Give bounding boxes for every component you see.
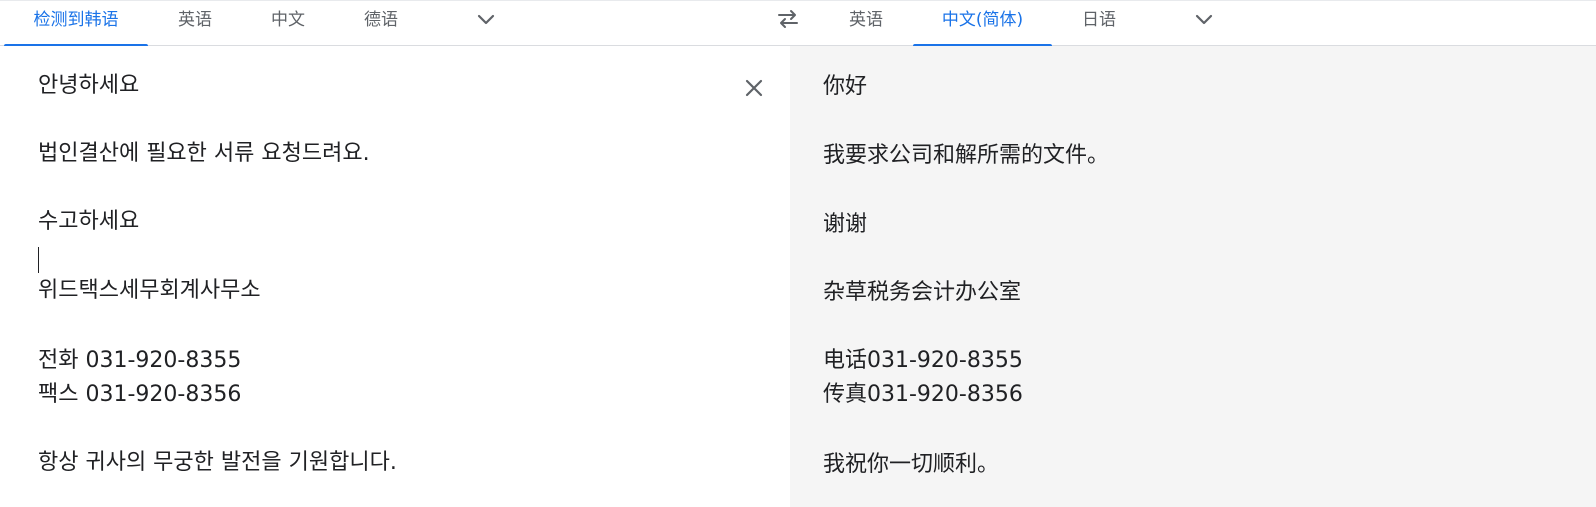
translation-line: 杂草税务会计办公室 — [823, 280, 1022, 305]
translation-line: 电话031-920-8355 — [823, 348, 1023, 373]
language-bar: 检测到韩语 英语 中文 德语 英语 中文(简体) 日语 — [0, 0, 1596, 47]
tab-label: 德语 — [364, 10, 398, 30]
target-tab-japanese[interactable]: 日语 — [1064, 1, 1134, 46]
source-tab-german[interactable]: 德语 — [346, 1, 416, 46]
source-line: 법인결산에 필요한 서류 요청드려요. — [38, 141, 370, 166]
swap-languages-icon — [778, 10, 798, 28]
source-line: 위드택스세무회계사무소 — [38, 278, 261, 303]
target-language-more-button[interactable] — [1188, 4, 1220, 36]
swap-languages-button[interactable] — [772, 3, 804, 35]
close-icon — [745, 79, 763, 97]
target-tab-english[interactable]: 英语 — [831, 1, 901, 46]
tab-label: 中文 — [271, 10, 305, 30]
tab-label: 检测到韩语 — [33, 10, 119, 30]
translation-line: 谢谢 — [823, 212, 868, 237]
target-tab-chinese-simplified[interactable]: 中文(简体) — [913, 1, 1052, 47]
chevron-down-icon — [477, 14, 495, 25]
chevron-down-icon — [1195, 14, 1213, 25]
source-tab-chinese[interactable]: 中文 — [253, 1, 323, 46]
translation-line: 我祝你一切顺利。 — [823, 452, 1000, 477]
tab-label: 日语 — [1082, 10, 1116, 30]
translation-line: 你好 — [823, 74, 868, 99]
clear-source-button[interactable] — [740, 74, 768, 102]
source-line: 항상 귀사의 무궁한 발전을 기원합니다. — [38, 450, 397, 475]
tab-label: 英语 — [178, 10, 212, 30]
source-text-area[interactable]: 안녕하세요 법인결산에 필요한 서류 요청드려요. 수고하세요 위드택스세무회계… — [0, 46, 790, 507]
translation-output-area: 你好 我要求公司和解所需的文件。 谢谢 杂草税务会计办公室 电话031-920-… — [790, 46, 1596, 507]
translate-app: 检测到韩语 英语 中文 德语 英语 中文(简体) 日语 안녕하세요 법인결산에 … — [0, 0, 1596, 507]
source-tab-detected-korean[interactable]: 检测到韩语 — [4, 1, 148, 47]
source-language-more-button[interactable] — [470, 4, 502, 36]
translation-line: 传真031-920-8356 — [823, 382, 1023, 407]
source-line: 팩스 031-920-8356 — [38, 382, 242, 407]
source-line: 전화 031-920-8355 — [38, 348, 242, 373]
tab-label: 中文(简体) — [941, 10, 1024, 30]
translation-line: 我要求公司和解所需的文件。 — [823, 143, 1110, 168]
tab-label: 英语 — [849, 10, 883, 30]
source-line: 수고하세요 — [38, 209, 140, 234]
text-cursor — [38, 247, 39, 273]
source-tab-english[interactable]: 英语 — [160, 1, 230, 46]
source-line: 안녕하세요 — [38, 73, 140, 98]
